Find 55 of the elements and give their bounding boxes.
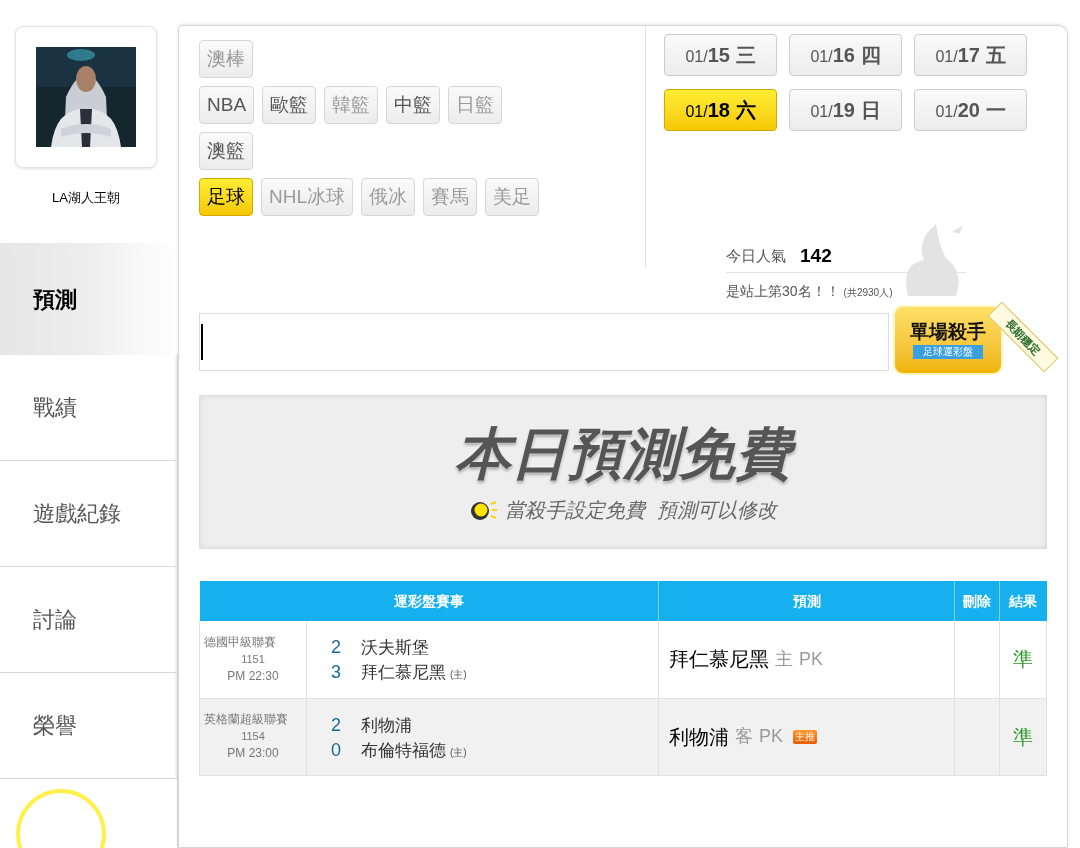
pick-line: PK xyxy=(759,725,783,748)
sport-tab[interactable]: 歐籃 xyxy=(262,86,317,124)
team-name: 布倫特福德 xyxy=(361,739,446,762)
date-tab[interactable]: 01/17 五 xyxy=(914,34,1027,76)
match-code: 1154 xyxy=(240,729,266,744)
sport-tab[interactable]: 澳籃 xyxy=(199,132,253,170)
result-cell: 準 xyxy=(999,621,1047,698)
pick-side: 主 xyxy=(775,647,793,671)
team-name: 利物浦 xyxy=(361,714,412,737)
home-mark: (主) xyxy=(450,668,467,683)
banner-title: 本日預測免費 xyxy=(443,419,803,489)
banner-subtitle: 當殺手設定免費 預測可以修改 xyxy=(505,498,777,523)
badge-subtitle: 足球運彩盤 xyxy=(913,344,983,359)
username: LA湖人王朝 xyxy=(51,189,121,207)
column-header: 預測 xyxy=(658,581,955,621)
date-tab[interactable]: 01/16 四 xyxy=(789,34,902,76)
column-header: 刪除 xyxy=(954,581,1000,621)
team-score: 0 xyxy=(331,738,342,762)
team-score: 2 xyxy=(331,636,342,660)
team-score: 3 xyxy=(331,661,342,685)
nav-item[interactable]: 遊戲紀錄 xyxy=(0,461,178,567)
date-tab[interactable]: 01/18 六 xyxy=(664,89,777,131)
nav-item[interactable]: 討論 xyxy=(0,567,178,673)
sport-tab[interactable]: NBA xyxy=(199,86,255,124)
pick-side: 客 xyxy=(735,725,753,748)
pick-team: 利物浦 xyxy=(669,724,729,750)
league-name: 德國甲級聯賽 xyxy=(204,633,277,651)
nav-item[interactable]: 榮譽 xyxy=(0,673,178,779)
column-header: 結果 xyxy=(999,581,1047,621)
date-tab[interactable]: 01/15 三 xyxy=(664,34,777,76)
comment-field[interactable] xyxy=(199,313,889,371)
popularity-label: 今日人氣 xyxy=(726,246,786,267)
lightbulb-icon xyxy=(469,499,500,521)
team-score: 2 xyxy=(331,713,342,737)
team-name: 沃夫斯堡 xyxy=(361,637,429,660)
result-cell: 準 xyxy=(999,698,1047,775)
team-name: 拜仁慕尼黑 xyxy=(361,662,446,685)
sport-tab[interactable]: 中籃 xyxy=(386,86,441,124)
nav-item[interactable]: 戰績 xyxy=(0,355,178,461)
total-users: (共2930人) xyxy=(843,286,893,300)
badge-title: 單場殺手 xyxy=(910,321,986,341)
featured-tag: 主推 xyxy=(793,729,817,744)
match-code: 1151 xyxy=(240,651,266,667)
sport-tab[interactable]: 足球 xyxy=(199,178,253,216)
date-tab[interactable]: 01/20 一 xyxy=(914,89,1027,131)
pick-line: PK xyxy=(799,647,823,671)
popularity-count: 142 xyxy=(800,244,832,269)
date-tab[interactable]: 01/19 日 xyxy=(789,89,902,131)
rank-text: 是站上第30名！！ xyxy=(726,282,840,301)
pick-team: 拜仁慕尼黑 xyxy=(669,647,769,673)
match-time: PM 22:30 xyxy=(226,667,280,685)
home-mark: (主) xyxy=(450,745,467,760)
column-header: 運彩盤賽事 xyxy=(199,581,659,621)
league-name: 英格蘭超級聯賽 xyxy=(204,711,289,728)
match-time: PM 23:00 xyxy=(226,745,280,762)
